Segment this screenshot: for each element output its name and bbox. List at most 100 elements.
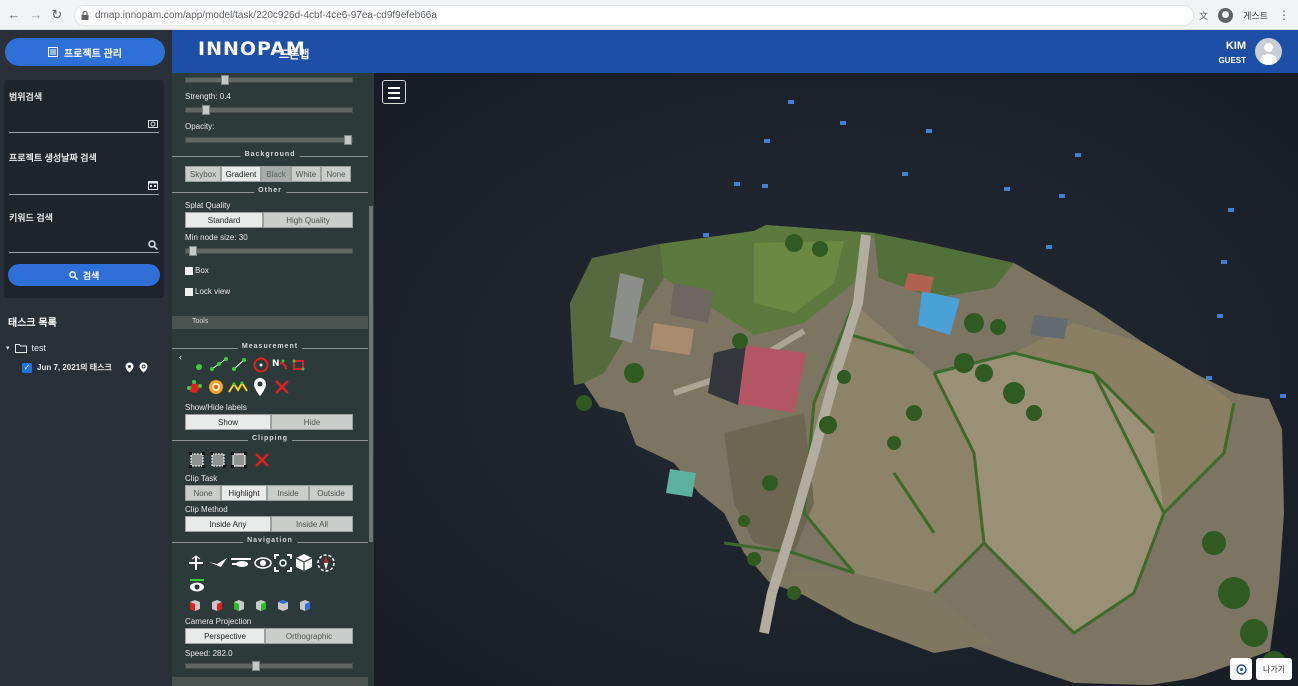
translate-icon[interactable]: 文: [1199, 9, 1208, 22]
fly-controls-icon[interactable]: [207, 554, 229, 572]
view-front-icon[interactable]: [232, 598, 246, 612]
lock-view-checkbox[interactable]: Lock view: [185, 287, 230, 296]
volume-box-icon[interactable]: [290, 357, 308, 373]
strength-slider-knob[interactable]: [201, 105, 210, 115]
remove-clipping-icon[interactable]: [253, 451, 271, 469]
address-bar[interactable]: dmap.innopam.com/app/model/task/220c926d…: [74, 5, 1194, 26]
project-management-button[interactable]: 프로젝트 관리: [5, 38, 165, 66]
building-small-gray: [1030, 315, 1068, 339]
remove-measurements-icon[interactable]: [274, 379, 290, 395]
focus-extent-icon[interactable]: [273, 553, 293, 573]
annotation-pin-icon[interactable]: [252, 377, 268, 397]
view-top-icon[interactable]: [276, 598, 290, 612]
profile-measure-icon[interactable]: [228, 379, 248, 395]
box-checkbox-square[interactable]: [185, 266, 193, 275]
clip-task-inside[interactable]: Inside: [267, 485, 309, 501]
strength-slider[interactable]: [185, 105, 353, 115]
clip-task-outside[interactable]: Outside: [309, 485, 353, 501]
speed-slider-knob[interactable]: [252, 661, 261, 671]
view-right-icon[interactable]: [210, 598, 224, 612]
viewer-menu-button[interactable]: [382, 80, 406, 104]
location-pin-icon[interactable]: [125, 362, 134, 373]
clip-polygon-icon[interactable]: [209, 451, 227, 469]
tree-task-item[interactable]: ✓ Jun 7, 2021의 태스크: [22, 362, 148, 373]
opacity-slider[interactable]: [185, 135, 353, 145]
url-text: dmap.innopam.com/app/model/task/220c926d…: [95, 10, 437, 21]
point-cloud-viewer[interactable]: 나가기: [374, 73, 1298, 686]
circle-measure-icon[interactable]: [252, 357, 270, 373]
tools-section-header[interactable]: Tools: [172, 316, 368, 329]
first-person-view-icon[interactable]: [188, 576, 206, 594]
background-option-skybox[interactable]: Skybox: [185, 166, 221, 182]
show-labels-button[interactable]: Show: [185, 414, 271, 430]
splat-quality-high[interactable]: High Quality: [263, 212, 353, 228]
exit-button[interactable]: 나가기: [1256, 658, 1292, 680]
lock-view-checkbox-square[interactable]: [185, 287, 193, 296]
hide-labels-button[interactable]: Hide: [271, 414, 353, 430]
top-slider-knob[interactable]: [220, 75, 229, 85]
next-section-header[interactable]: [172, 677, 368, 686]
keyword-search-input[interactable]: [9, 252, 159, 253]
search-icon[interactable]: [148, 240, 158, 250]
box-checkbox[interactable]: Box: [185, 266, 209, 275]
top-slider[interactable]: [185, 75, 353, 85]
keyword-search-label: 키워드 검색: [9, 213, 53, 223]
view-left-icon[interactable]: [188, 598, 202, 612]
compass-icon[interactable]: [316, 553, 336, 573]
clip-volume-icon[interactable]: [188, 451, 206, 469]
profile-icon[interactable]: [1218, 7, 1234, 23]
profile-label[interactable]: 게스트: [1243, 9, 1268, 22]
azimuth-measure-icon[interactable]: N: [271, 357, 289, 373]
distance-measure-icon[interactable]: [210, 357, 228, 371]
avatar[interactable]: [1255, 38, 1282, 65]
calendar-icon[interactable]: [148, 180, 158, 190]
min-node-size-slider[interactable]: [185, 246, 353, 256]
view-bottom-icon[interactable]: [298, 598, 312, 612]
speed-slider[interactable]: [185, 661, 353, 671]
sphere-volume-icon[interactable]: [207, 378, 225, 396]
background-option-none[interactable]: None: [321, 166, 351, 182]
navigation-cube-icon[interactable]: [294, 552, 314, 573]
map-search-icon[interactable]: [148, 119, 158, 129]
locate-target-icon[interactable]: [139, 362, 148, 373]
clip-screen-box-icon[interactable]: [230, 451, 248, 469]
height-measure-icon[interactable]: [230, 357, 248, 371]
more-menu-icon[interactable]: ⋮: [1278, 8, 1290, 22]
other-section-title: Other: [172, 187, 368, 197]
earth-controls-icon[interactable]: [187, 554, 205, 572]
point-cloud-render[interactable]: [374, 73, 1298, 686]
clip-task-highlight[interactable]: Highlight: [221, 485, 267, 501]
opacity-slider-knob[interactable]: [344, 135, 352, 145]
projection-orthographic[interactable]: Orthographic: [265, 628, 353, 644]
clip-method-inside-any[interactable]: Inside Any: [185, 516, 271, 532]
projection-perspective[interactable]: Perspective: [185, 628, 265, 644]
date-search-input[interactable]: [9, 194, 159, 195]
point-measure-icon[interactable]: [190, 357, 208, 371]
tree-folder-test[interactable]: ▾ test: [6, 343, 46, 353]
camera-projection-label: Camera Projection: [185, 617, 252, 626]
range-search-input[interactable]: [9, 132, 159, 133]
background-option-white[interactable]: White: [291, 166, 321, 182]
box-label: Box: [195, 266, 209, 275]
helicopter-controls-icon[interactable]: [229, 554, 253, 572]
clip-task-none[interactable]: None: [185, 485, 221, 501]
area-measure-icon[interactable]: [186, 378, 204, 396]
panel-scrollbar[interactable]: [369, 206, 373, 542]
splat-quality-standard[interactable]: Standard: [185, 212, 263, 228]
background-option-black[interactable]: Black: [261, 166, 291, 182]
opacity-label: Opacity:: [185, 122, 215, 131]
collapse-chevron-icon[interactable]: ‹: [179, 352, 182, 362]
back-arrow-icon[interactable]: ←: [6, 7, 22, 23]
background-option-gradient[interactable]: Gradient: [221, 166, 261, 182]
forward-arrow-icon[interactable]: →: [28, 7, 44, 23]
chevron-down-icon[interactable]: ▾: [6, 344, 10, 352]
strength-label: Strength: 0.4: [185, 92, 231, 101]
reload-icon[interactable]: ↻: [49, 7, 65, 23]
clip-method-inside-all[interactable]: Inside All: [271, 516, 353, 532]
min-node-size-knob[interactable]: [189, 246, 198, 256]
view-back-icon[interactable]: [254, 598, 268, 612]
orbit-controls-icon[interactable]: [253, 554, 273, 572]
task-checkbox[interactable]: ✓: [22, 362, 32, 373]
help-button[interactable]: [1230, 658, 1252, 680]
search-button[interactable]: 검색: [8, 264, 160, 286]
